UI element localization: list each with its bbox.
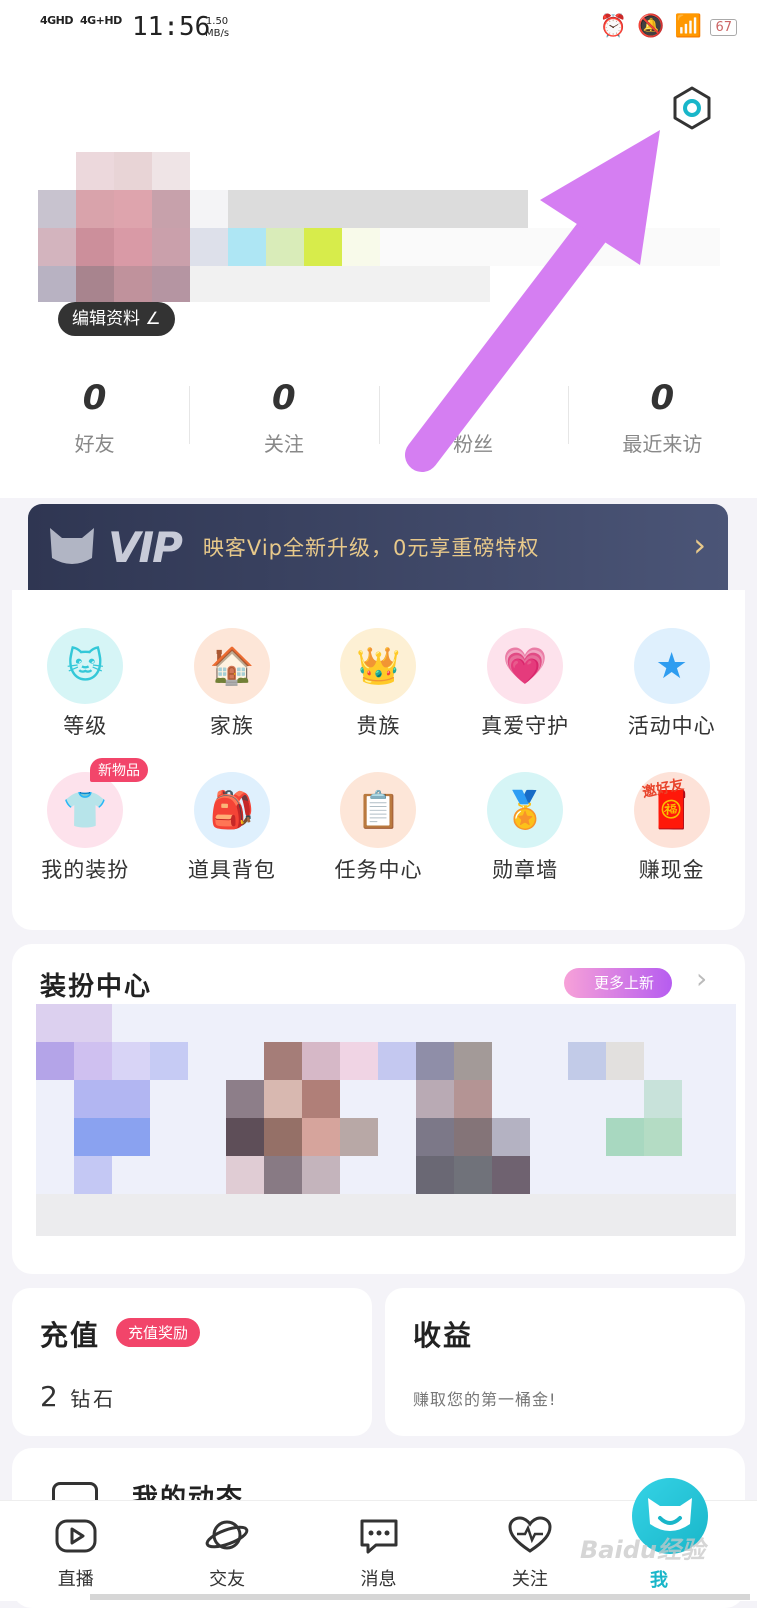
recharge-title: 充值 — [40, 1319, 101, 1352]
dress-items-blurred[interactable] — [36, 1004, 736, 1236]
feature-label: 赚现金 — [638, 858, 705, 882]
stat-fans[interactable]: 0 粉丝 — [378, 378, 568, 468]
nav-item-messages[interactable]: 消息 — [303, 1501, 454, 1601]
backpack-icon: 🎒 — [193, 772, 270, 848]
crown-icon: 👑 — [340, 628, 417, 704]
stat-recent-visitors[interactable]: 0 最近来访 — [567, 378, 757, 468]
feature-label: 家族 — [209, 714, 254, 738]
income-title: 收益 — [413, 1319, 474, 1352]
income-subtitle: 赚取您的第一桶金! — [413, 1390, 557, 1409]
edit-profile-button[interactable]: 编辑资料 ∠ — [58, 302, 175, 336]
status-icons: ⏰ 🔕 📶 — [600, 14, 702, 39]
nav-item-live[interactable]: 直播 — [0, 1501, 151, 1601]
vip-banner[interactable]: VIP 映客Vip全新升级，0元享重磅特权 › — [28, 504, 728, 590]
battery-indicator: 67 — [710, 19, 737, 36]
live-tv-icon — [55, 1519, 97, 1553]
dress-center-card: 装扮中心 更多上新 › — [12, 944, 745, 1274]
feature-label: 我的装扮 — [41, 858, 130, 882]
feature-item-7[interactable]: 📋 任务中心 — [305, 772, 452, 884]
message-icon — [360, 1519, 398, 1554]
dress-center-title: 装扮中心 — [40, 972, 153, 1002]
feature-label: 等级 — [63, 714, 108, 738]
feature-label: 贵族 — [356, 714, 401, 738]
features-card: 🐱 等级 🏠 家族 👑 贵族 💗 真爱守护 ★ 活动中心 👕 我的装扮 新物品 🎒 道具背包 📋 任务中心 🏅 勋章… — [12, 590, 745, 930]
feature-label: 真爱守护 — [481, 714, 570, 738]
feature-item-2[interactable]: 👑 贵族 — [305, 628, 452, 740]
planet-icon — [205, 1520, 249, 1550]
feature-label: 道具背包 — [187, 858, 276, 882]
wifi-icon: 📶 — [674, 14, 702, 39]
task-calendar-icon: 📋 — [340, 772, 417, 848]
alarm-icon: ⏰ — [599, 14, 628, 39]
settings-button[interactable] — [670, 86, 714, 130]
profile-info-blurred — [38, 152, 720, 302]
feature-item-1[interactable]: 🏠 家族 — [159, 628, 306, 740]
stats-row: 0 好友 0 关注 0 粉丝 0 最近来访 — [0, 378, 757, 468]
network-indicator-1: 4GHD — [40, 14, 74, 27]
red-envelope-icon: 🧧 邀好友 — [633, 772, 710, 848]
chevron-right-icon[interactable]: › — [696, 962, 707, 995]
feature-item-6[interactable]: 🎒 道具背包 — [159, 772, 306, 884]
feature-item-8[interactable]: 🏅 勋章墙 — [452, 772, 599, 884]
gesture-bar — [90, 1594, 750, 1600]
recharge-card[interactable]: 充值 充值奖励 2 钻石 — [12, 1288, 372, 1436]
status-bar: 4GHD 4G+HD 11:56 1.50 MB/s ⏰ 🔕 📶 67 — [0, 0, 757, 58]
network-speed: 1.50 MB/s — [205, 16, 230, 39]
settings-hexagon-icon — [673, 86, 711, 130]
vip-cat-icon — [50, 528, 94, 564]
tshirt-icon: 👕 — [47, 772, 124, 848]
nav-label-me[interactable]: 我 — [650, 1566, 668, 1592]
status-time: 11:56 — [132, 12, 211, 42]
diamond-balance: 2 钻石 — [40, 1380, 117, 1413]
stat-friends[interactable]: 0 好友 — [0, 378, 189, 468]
feature-item-9[interactable]: 🧧 邀好友赚现金 — [598, 772, 745, 884]
vip-message: 映客Vip全新升级，0元享重磅特权 — [202, 536, 540, 560]
income-card[interactable]: 收益 赚取您的第一桶金! — [385, 1288, 745, 1436]
heart-pulse-icon — [508, 1516, 552, 1553]
more-new-button[interactable]: 更多上新 — [564, 968, 673, 998]
feature-label: 勋章墙 — [492, 858, 559, 882]
invite-friends-overlay: 邀好友 — [640, 776, 686, 802]
feature-item-5[interactable]: 👕 我的装扮 新物品 — [12, 758, 159, 884]
nav-item-friends[interactable]: 交友 — [151, 1501, 302, 1601]
chevron-right-icon: › — [693, 526, 706, 564]
recharge-reward-badge: 充值奖励 — [116, 1318, 201, 1347]
feature-label: 任务中心 — [334, 858, 423, 882]
stat-following[interactable]: 0 关注 — [189, 378, 378, 468]
star-icon: ★ — [633, 628, 710, 704]
feature-item-0[interactable]: 🐱 等级 — [12, 628, 159, 740]
heart-wings-icon: 💗 — [487, 628, 564, 704]
bell-off-icon: 🔕 — [637, 14, 665, 39]
baidu-watermark: Baidu经验 — [580, 1536, 705, 1564]
new-item-badge: 新物品 — [90, 758, 148, 782]
feature-label: 活动中心 — [627, 714, 716, 738]
cat-face-icon: 🐱 — [47, 628, 124, 704]
feature-item-4[interactable]: ★ 活动中心 — [598, 628, 745, 740]
feature-item-3[interactable]: 💗 真爱守护 — [452, 628, 599, 740]
house-icon: 🏠 — [193, 628, 270, 704]
medal-icon: 🏅 — [487, 772, 564, 848]
pencil-icon: ∠ — [145, 309, 161, 329]
network-indicator-2: 4G+HD — [80, 14, 122, 27]
vip-logo: VIP — [108, 522, 183, 572]
